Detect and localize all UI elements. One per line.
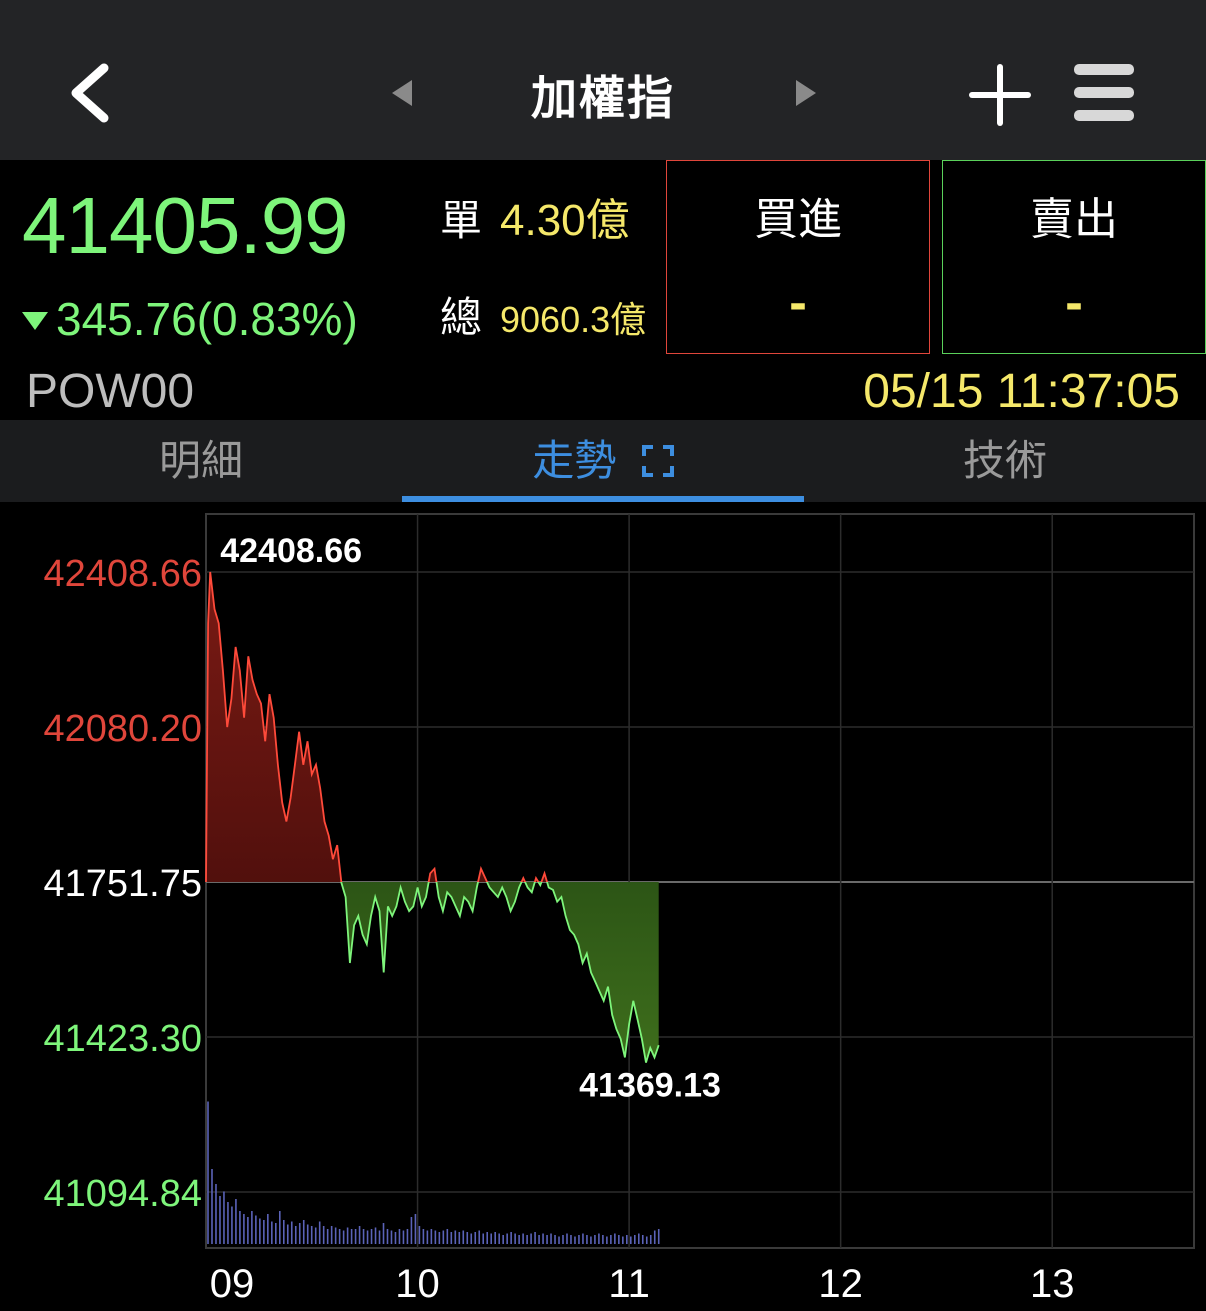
high-price-label: 42408.66: [220, 532, 362, 570]
low-price-label: 41369.13: [579, 1067, 721, 1105]
buy-button[interactable]: 買進 -: [666, 160, 930, 354]
single-volume: 單 4.30億: [440, 184, 630, 248]
page-title: 加權指: [531, 71, 675, 125]
buy-value: -: [788, 279, 808, 330]
y-tick-label: 41423.30: [44, 1018, 203, 1060]
next-triangle-icon[interactable]: [794, 80, 816, 106]
total-volume-label: 總: [440, 294, 483, 341]
y-tick-label: 42080.20: [44, 708, 203, 750]
x-tick-label: 10: [395, 1262, 440, 1306]
tab-trend[interactable]: 走勢: [402, 420, 804, 502]
tab-details[interactable]: 明細: [0, 420, 402, 502]
change-value: 345.76: [56, 293, 197, 345]
quote-panel: 41405.99 345.76 (0.83%) 單 4.30億 總 9060.3…: [0, 160, 1206, 420]
intraday-chart-svg: 42408.66 42080.20 41751.75 41423.30 41094.84…: [44, 513, 1195, 1306]
x-tick-label: 13: [1030, 1262, 1075, 1306]
change-percent: (0.83%): [196, 293, 358, 345]
buy-label: 買進: [754, 194, 842, 245]
intraday-chart[interactable]: 42408.66 42080.20 41751.75 41423.30 41094.84…: [0, 502, 1206, 1311]
single-volume-value: 4.30億: [500, 196, 630, 245]
tab-bar: 明細 走勢 技術: [0, 420, 1206, 502]
hamburger-menu-icon[interactable]: [1072, 62, 1136, 124]
tab-details-label: 明細: [158, 436, 243, 485]
area-above-reference: [206, 572, 659, 882]
price-change: 345.76 (0.83%): [22, 292, 358, 346]
single-volume-label: 單: [440, 197, 483, 244]
sell-button[interactable]: 賣出 -: [942, 160, 1206, 354]
sell-value: -: [1064, 279, 1084, 330]
x-tick-label: 12: [818, 1262, 863, 1306]
top-navigation-bar: 加權指: [0, 0, 1206, 160]
prev-triangle-icon[interactable]: [392, 80, 414, 106]
back-chevron-icon[interactable]: [62, 62, 118, 124]
quote-timestamp: 05/15 11:37:05: [863, 365, 1180, 418]
total-volume: 總 9060.3億: [440, 284, 646, 345]
symbol-code: POW00: [26, 365, 195, 418]
y-tick-label: 42408.66: [44, 553, 203, 595]
down-arrow-icon: [22, 312, 48, 330]
tab-technical-label: 技術: [962, 436, 1047, 485]
tab-technical[interactable]: 技術: [804, 420, 1206, 502]
x-tick-label: 09: [210, 1262, 255, 1306]
y-tick-label: 41094.84: [44, 1173, 203, 1215]
plus-icon[interactable]: [968, 64, 1032, 126]
last-price: 41405.99: [22, 181, 349, 270]
sell-label: 賣出: [1030, 194, 1118, 245]
total-volume-value: 9060.3億: [500, 299, 647, 340]
x-tick-label: 11: [608, 1262, 650, 1306]
y-tick-label: 41751.75: [44, 863, 203, 905]
fullscreen-expand-icon[interactable]: [641, 445, 674, 477]
tab-trend-label: 走勢: [532, 436, 617, 485]
